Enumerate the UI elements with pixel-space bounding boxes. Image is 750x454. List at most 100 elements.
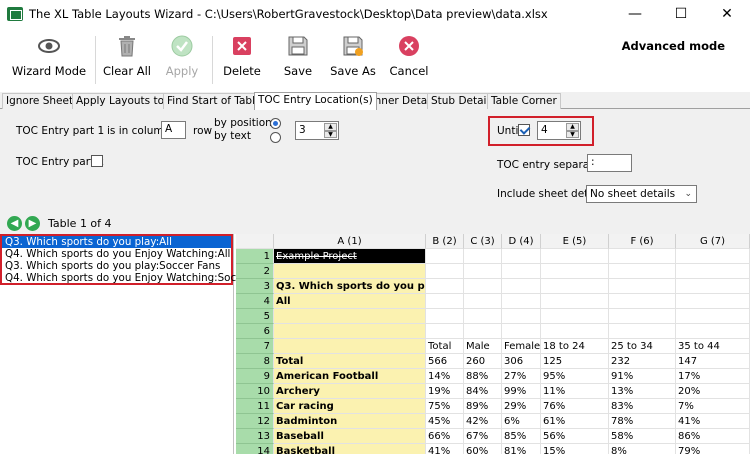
grid-cell[interactable] [464,324,502,339]
grid-cell[interactable] [609,264,676,279]
row-number[interactable]: 1 [236,249,274,264]
advanced-mode-label[interactable]: Advanced mode [622,39,725,53]
grid-cell[interactable]: 15% [541,444,609,454]
until-checkbox[interactable] [518,124,530,136]
grid-cell[interactable]: American Football [274,369,426,384]
delete-button[interactable]: Delete [223,34,261,90]
row-number[interactable]: 8 [236,354,274,369]
maximize-button[interactable]: ☐ [658,0,704,28]
row-stepper[interactable]: 3 ▲ ▼ [295,121,339,140]
grid-cell[interactable]: 25 to 34 [609,339,676,354]
grid-cell[interactable] [541,249,609,264]
grid-cell[interactable] [609,309,676,324]
grid-cell[interactable]: 84% [464,384,502,399]
column-header[interactable]: D (4) [502,234,541,249]
row-number[interactable]: 11 [236,399,274,414]
grid-cell[interactable] [676,249,750,264]
grid-cell[interactable] [426,264,464,279]
grid-cell[interactable] [502,294,541,309]
sheet-details-select[interactable]: No sheet details ⌄ [586,185,697,203]
wizard-mode-button[interactable]: Wizard Mode [12,34,86,90]
grid-cell[interactable]: Total [274,354,426,369]
column-header[interactable]: C (3) [464,234,502,249]
grid-cell[interactable] [274,264,426,279]
row-number[interactable]: 4 [236,294,274,309]
grid-cell[interactable] [502,249,541,264]
data-preview-grid[interactable]: A (1) B (2) C (3) D (4) E (5) F (6) G (7) 1 Exam… [236,234,750,454]
grid-cell[interactable]: 260 [464,354,502,369]
grid-cell[interactable]: 566 [426,354,464,369]
grid-cell[interactable]: 41% [676,414,750,429]
row-number[interactable]: 6 [236,324,274,339]
grid-cell[interactable] [541,294,609,309]
grid-cell[interactable]: 75% [426,399,464,414]
list-item[interactable]: Q4. Which sports do you Enjoy Watching:S… [2,272,279,284]
grid-cell[interactable]: Car racing [274,399,426,414]
grid-cell[interactable]: 89% [464,399,502,414]
grid-cell[interactable]: All [274,294,426,309]
grid-cell[interactable]: 79% [676,444,750,454]
grid-cell[interactable]: Total [426,339,464,354]
grid-cell[interactable]: 81% [502,444,541,454]
grid-cell[interactable]: 60% [464,444,502,454]
grid-cell[interactable]: Q3. Which sports do you play [274,279,426,294]
toc-part2-checkbox[interactable] [91,155,103,167]
column-header[interactable]: G (7) [676,234,750,249]
grid-cell[interactable]: 6% [502,414,541,429]
down-arrow-icon[interactable]: ▼ [566,130,579,138]
grid-cell[interactable]: 88% [464,369,502,384]
grid-cell[interactable] [676,294,750,309]
tab-toc-entry-locations[interactable]: TOC Entry Location(s) [254,92,377,110]
grid-cell[interactable] [676,264,750,279]
grid-cell[interactable] [274,309,426,324]
separator-input[interactable]: : [587,154,632,172]
grid-cell[interactable]: 99% [502,384,541,399]
grid-cell[interactable]: 61% [541,414,609,429]
grid-cell[interactable]: 18 to 24 [541,339,609,354]
grid-cell[interactable] [464,249,502,264]
grid-cell[interactable]: Archery [274,384,426,399]
grid-cell[interactable]: 66% [426,429,464,444]
grid-cell[interactable] [426,309,464,324]
grid-cell[interactable]: 13% [609,384,676,399]
grid-cell[interactable] [464,294,502,309]
grid-cell[interactable]: 67% [464,429,502,444]
column-header[interactable]: B (2) [426,234,464,249]
grid-cell[interactable]: 41% [426,444,464,454]
row-number[interactable]: 13 [236,429,274,444]
grid-cell[interactable]: Baseball [274,429,426,444]
minimize-button[interactable]: — [612,0,658,28]
grid-cell[interactable] [502,279,541,294]
grid-cell[interactable]: 95% [541,369,609,384]
grid-cell[interactable]: Example Project [274,249,426,264]
down-arrow-icon[interactable]: ▼ [324,130,337,138]
grid-cell[interactable]: 35 to 44 [676,339,750,354]
grid-cell[interactable]: Badminton [274,414,426,429]
grid-cell[interactable]: 56% [541,429,609,444]
grid-cell[interactable] [609,279,676,294]
grid-cell[interactable]: 8% [609,444,676,454]
row-number[interactable]: 7 [236,339,274,354]
grid-cell[interactable]: 85% [502,429,541,444]
grid-cell[interactable]: Basketball [274,444,426,454]
grid-cell[interactable] [541,324,609,339]
row-number[interactable]: 5 [236,309,274,324]
grid-cell[interactable] [464,264,502,279]
grid-cell[interactable]: 76% [541,399,609,414]
grid-cell[interactable]: 58% [609,429,676,444]
grid-cell[interactable] [676,309,750,324]
grid-cell[interactable] [502,264,541,279]
grid-cell[interactable]: 42% [464,414,502,429]
up-arrow-icon[interactable]: ▲ [324,123,337,131]
grid-cell[interactable] [609,249,676,264]
grid-cell[interactable]: 19% [426,384,464,399]
grid-cell[interactable] [426,279,464,294]
tab-ignore-sheets[interactable]: Ignore Sheets [2,93,83,109]
clear-all-button[interactable]: Clear All [103,34,151,90]
grid-cell[interactable]: 20% [676,384,750,399]
grid-cell[interactable]: 7% [676,399,750,414]
list-item[interactable]: Q4. Which sports do you Enjoy Watching:A… [2,248,231,260]
by-text-radio[interactable] [270,132,281,143]
previous-table-icon[interactable]: ◀ [7,216,22,231]
row-number[interactable]: 10 [236,384,274,399]
